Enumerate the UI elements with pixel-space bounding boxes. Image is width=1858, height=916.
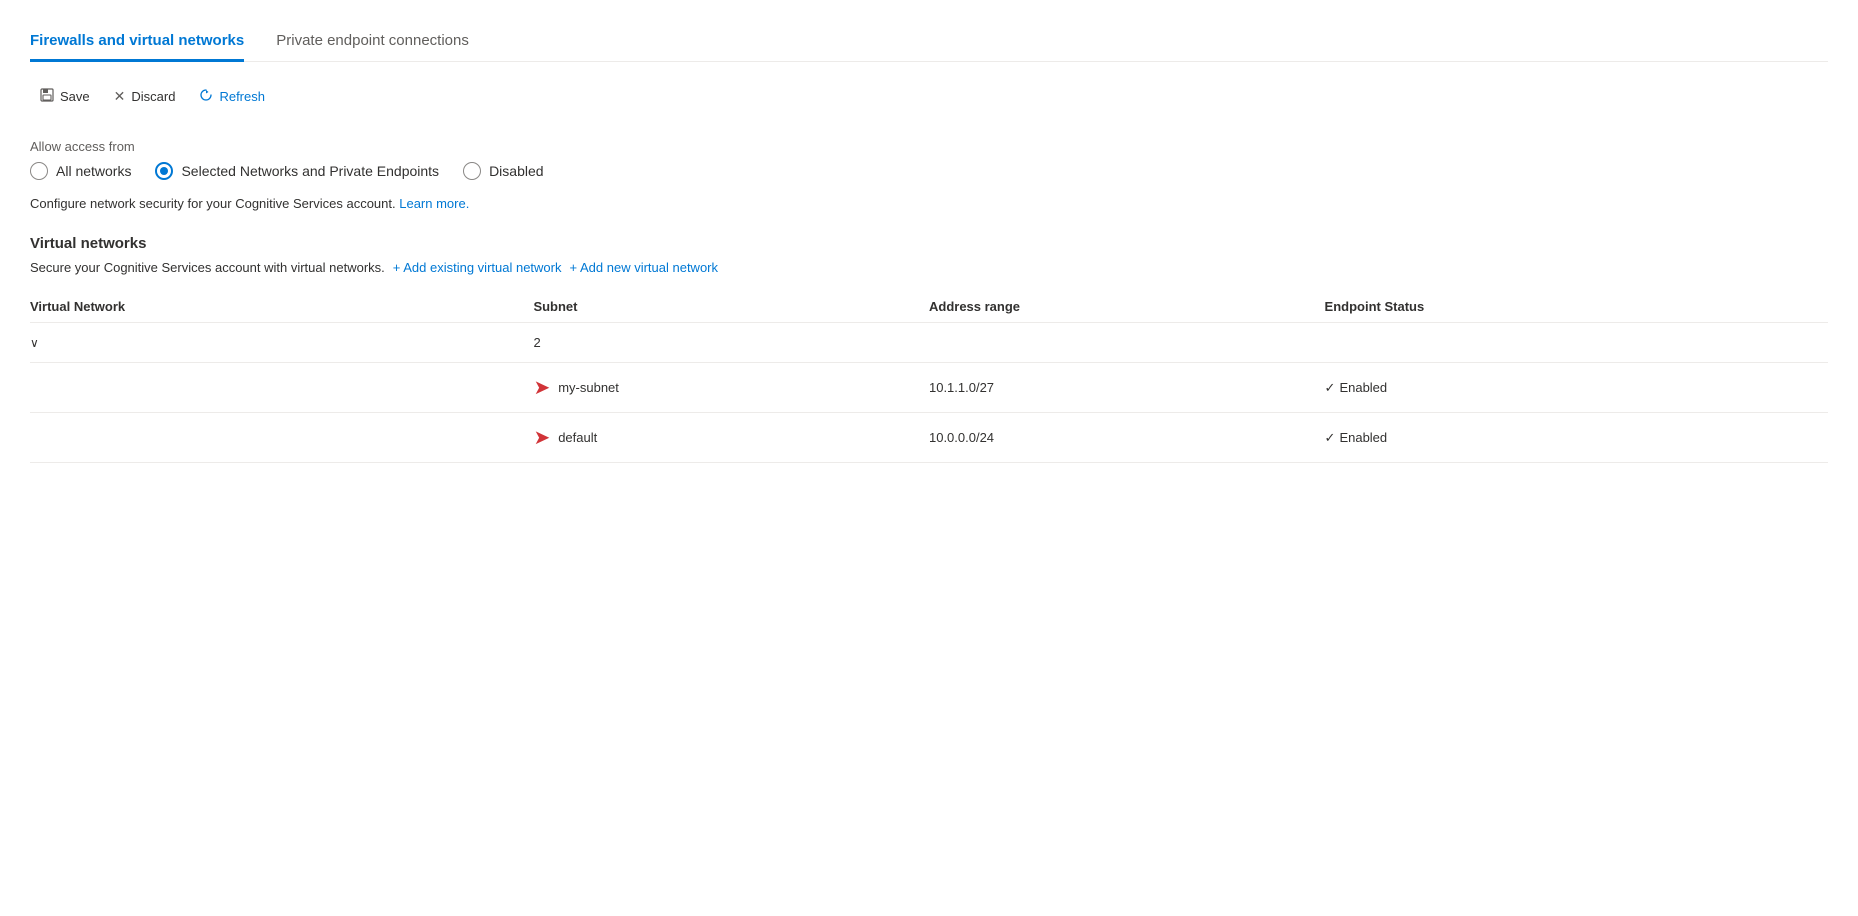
radio-selected-networks[interactable]: Selected Networks and Private Endpoints	[155, 162, 439, 180]
row2-subnet-cell: ➤ default	[533, 413, 929, 463]
row2-addr-cell: 10.0.0.0/24	[929, 413, 1325, 463]
allow-access-label: Allow access from	[30, 139, 1828, 154]
tab-firewalls[interactable]: Firewalls and virtual networks	[30, 20, 244, 61]
table-row: ➤ my-subnet 10.1.1.0/27 ✓ Enabled	[30, 363, 1828, 413]
table-header: Virtual Network Subnet Address range End…	[30, 291, 1828, 323]
group-subnet-count-cell: 2	[533, 323, 929, 363]
col-header-subnet: Subnet	[533, 291, 929, 323]
virtual-networks-table: Virtual Network Subnet Address range End…	[30, 291, 1828, 463]
radio-disabled-indicator	[463, 162, 481, 180]
discard-button[interactable]: ✕ Discard	[104, 82, 186, 111]
radio-disabled[interactable]: Disabled	[463, 162, 543, 180]
col-header-addr: Address range	[929, 291, 1325, 323]
radio-selected-dot	[160, 167, 168, 175]
row1-status-cell: ✓ Enabled	[1325, 363, 1828, 413]
row1-status-text: Enabled	[1339, 380, 1387, 395]
save-button[interactable]: Save	[30, 82, 100, 111]
row1-subnet-cell: ➤ my-subnet	[533, 363, 929, 413]
radio-disabled-label: Disabled	[489, 163, 543, 179]
row2-status-text: Enabled	[1339, 430, 1387, 445]
virtual-networks-title: Virtual networks	[30, 235, 1828, 252]
col-header-status: Endpoint Status	[1325, 291, 1828, 323]
save-icon	[40, 88, 54, 105]
col-header-vnet: Virtual Network	[30, 291, 533, 323]
virtual-networks-subheader: Secure your Cognitive Services account w…	[30, 260, 1828, 275]
discard-icon: ✕	[114, 88, 126, 105]
row2-vnet-cell	[30, 413, 533, 463]
table-row: ➤ default 10.0.0.0/24 ✓ Enabled	[30, 413, 1828, 463]
learn-more-link[interactable]: Learn more.	[399, 196, 469, 211]
radio-selected-networks-label: Selected Networks and Private Endpoints	[181, 163, 439, 179]
add-existing-vnet-link[interactable]: + Add existing virtual network	[393, 260, 562, 275]
group-status-cell	[1325, 323, 1828, 363]
radio-selected-networks-indicator	[155, 162, 173, 180]
group-addr-cell	[929, 323, 1325, 363]
access-description: Configure network security for your Cogn…	[30, 196, 1828, 211]
allow-access-section: Allow access from All networks Selected …	[30, 139, 1828, 211]
row1-vnet-cell	[30, 363, 533, 413]
row1-addr-cell: 10.1.1.0/27	[929, 363, 1325, 413]
row1-arrow-icon: ➤	[533, 375, 550, 400]
row2-check-icon: ✓	[1325, 430, 1336, 446]
row2-subnet-name: default	[558, 430, 597, 445]
refresh-icon	[199, 88, 213, 105]
radio-all-networks-label: All networks	[56, 163, 131, 179]
row1-subnet-name: my-subnet	[558, 380, 619, 395]
virtual-networks-section: Virtual networks Secure your Cognitive S…	[30, 235, 1828, 463]
collapse-chevron-icon[interactable]: ∨	[30, 336, 39, 350]
row2-arrow-icon: ➤	[533, 425, 550, 450]
access-radio-group: All networks Selected Networks and Priva…	[30, 162, 1828, 180]
add-new-vnet-link[interactable]: + Add new virtual network	[570, 260, 719, 275]
toolbar: Save ✕ Discard Refresh	[30, 82, 1828, 111]
tab-private-endpoint[interactable]: Private endpoint connections	[276, 20, 469, 61]
tabs-bar: Firewalls and virtual networks Private e…	[30, 20, 1828, 62]
table-body: ∨ 2 ➤ my-subnet 10.1.1.0/27	[30, 323, 1828, 463]
virtual-networks-subtitle: Secure your Cognitive Services account w…	[30, 260, 385, 275]
row1-check-icon: ✓	[1325, 380, 1336, 396]
row2-status-cell: ✓ Enabled	[1325, 413, 1828, 463]
radio-all-networks[interactable]: All networks	[30, 162, 131, 180]
refresh-button[interactable]: Refresh	[189, 82, 275, 111]
table-group-row: ∨ 2	[30, 323, 1828, 363]
radio-all-networks-indicator	[30, 162, 48, 180]
group-collapse-cell: ∨	[30, 323, 533, 363]
